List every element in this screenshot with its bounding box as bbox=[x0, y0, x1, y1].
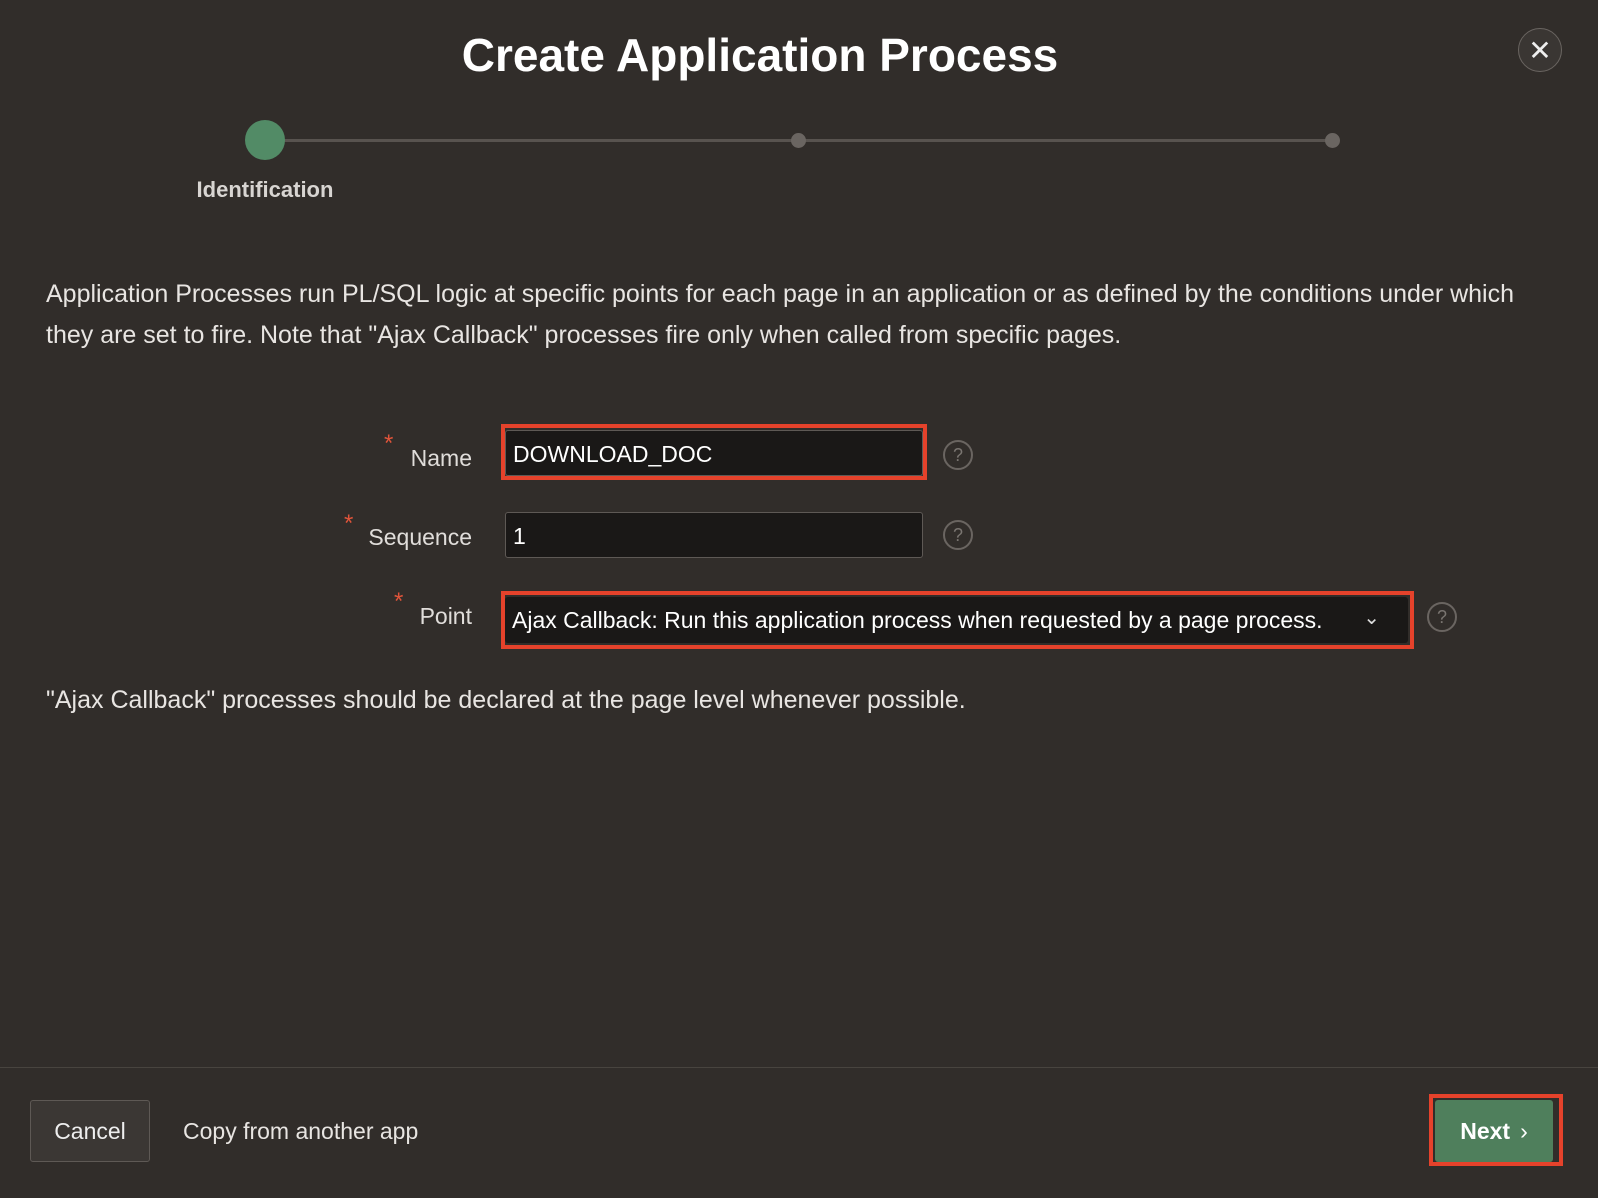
name-highlight bbox=[501, 424, 927, 480]
wizard-step-3 bbox=[1325, 133, 1340, 148]
copy-from-another-app-link[interactable]: Copy from another app bbox=[183, 1118, 418, 1145]
wizard-step-label: Identification bbox=[196, 177, 334, 202]
wizard-step-1 bbox=[245, 120, 285, 160]
dialog-title: Create Application Process bbox=[461, 29, 1059, 81]
point-label: Point bbox=[419, 603, 472, 629]
sequence-input[interactable]: 1 bbox=[505, 512, 923, 558]
next-highlight bbox=[1429, 1094, 1563, 1166]
wizard-step-2 bbox=[791, 133, 806, 148]
ajax-note: "Ajax Callback" processes should be decl… bbox=[46, 686, 966, 714]
name-help-icon[interactable]: ? bbox=[943, 440, 973, 470]
description: Application Processes run PL/SQL logic a… bbox=[46, 280, 1515, 349]
cancel-button[interactable]: Cancel bbox=[30, 1100, 150, 1162]
point-help-icon[interactable]: ? bbox=[1427, 602, 1457, 632]
close-button[interactable]: ✕ bbox=[1518, 28, 1562, 72]
sequence-help-icon[interactable]: ? bbox=[943, 520, 973, 550]
footer-divider bbox=[0, 1067, 1598, 1068]
point-highlight bbox=[501, 591, 1414, 649]
sequence-label: Sequence bbox=[368, 524, 472, 550]
close-icon: ✕ bbox=[1528, 34, 1552, 66]
name-label: Name bbox=[410, 445, 472, 471]
